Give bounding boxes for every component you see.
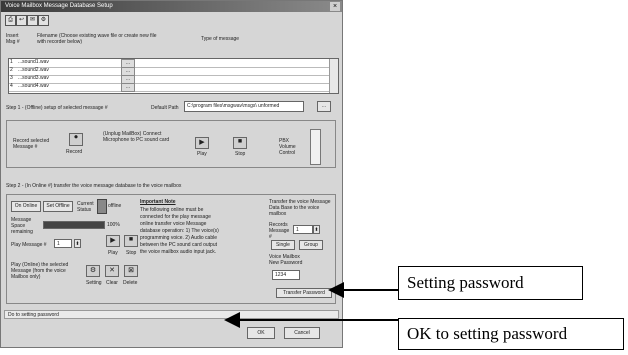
callout-arrows <box>224 282 398 328</box>
setting-password-arrowhead <box>328 282 344 298</box>
ok-password-arrowhead <box>224 312 240 328</box>
ok-setting-password-callout: OK to setting password <box>398 318 624 350</box>
setting-password-callout: Setting password <box>398 266 583 300</box>
